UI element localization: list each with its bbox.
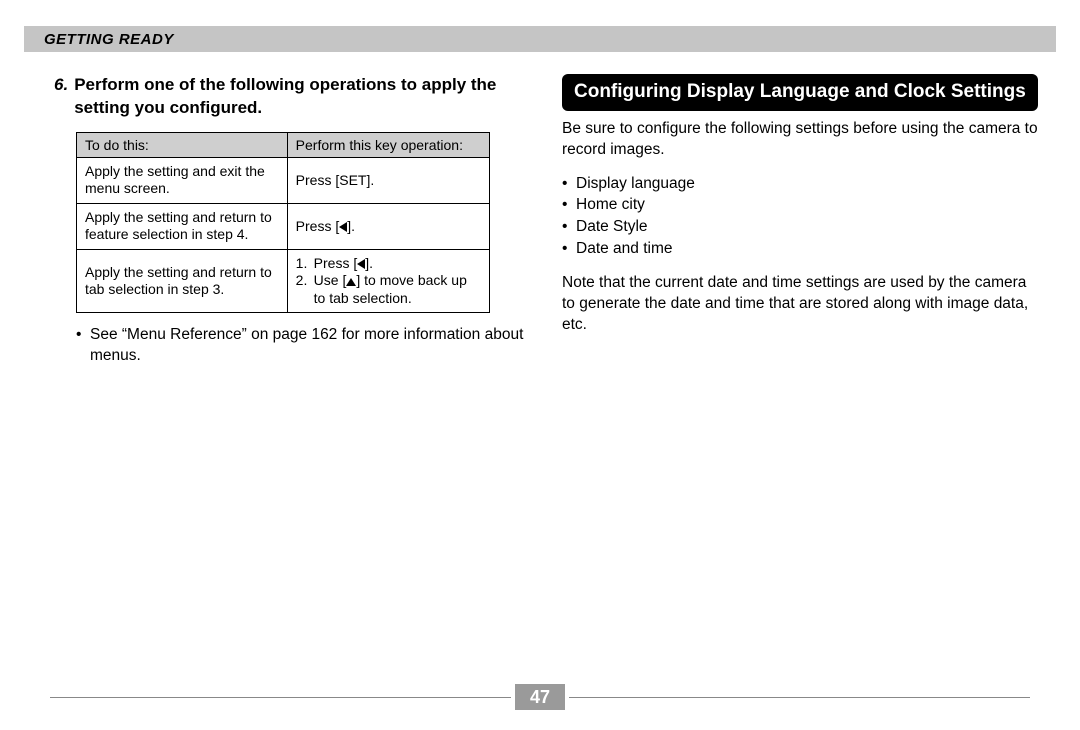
bullet-icon: • (562, 173, 576, 195)
section-heading: Configuring Display Language and Clock S… (562, 74, 1038, 111)
list-item-text: Display language (576, 173, 695, 195)
list-item: •Date and time (562, 238, 1038, 260)
step-text: Perform one of the following operations … (74, 74, 526, 120)
footnote-text: See “Menu Reference” on page 162 for mor… (90, 325, 526, 367)
page-content: 6. Perform one of the following operatio… (50, 74, 1038, 367)
footer-line (569, 697, 1030, 698)
list-item-text: Date and time (576, 238, 673, 260)
list-item-text: Date Style (576, 216, 648, 238)
table-header-col1: To do this: (77, 132, 288, 157)
step-number: 6. (54, 74, 74, 120)
op-prefix: Press [ (296, 218, 340, 234)
bullet-icon: • (562, 194, 576, 216)
bullet-icon: • (562, 216, 576, 238)
section-header-text: GETTING READY (44, 31, 174, 48)
table-cell-action: Apply the setting and exit the menu scre… (77, 157, 288, 203)
step-heading: 6. Perform one of the following operatio… (54, 74, 526, 120)
page-footer: 47 (50, 684, 1030, 710)
table-row: Apply the setting and exit the menu scre… (77, 157, 490, 203)
table-header-col2: Perform this key operation: (287, 132, 489, 157)
table-cell-action: Apply the setting and return to feature … (77, 203, 288, 249)
operations-table: To do this: Perform this key operation: … (76, 132, 490, 314)
list-item-text: Home city (576, 194, 645, 216)
list-item: •Display language (562, 173, 1038, 195)
table-cell-op: Press [SET]. (287, 157, 489, 203)
bullet-icon: • (76, 325, 90, 367)
note-paragraph: Note that the current date and time sett… (562, 273, 1038, 336)
right-column: Configuring Display Language and Clock S… (562, 74, 1038, 367)
table-row: Apply the setting and return to feature … (77, 203, 490, 249)
table-cell-op: 1.Press []. 2.Use [] to move back up to … (287, 249, 489, 313)
bullet-list: •Display language •Home city •Date Style… (562, 173, 1038, 260)
list-number: 2. (296, 272, 314, 307)
table-cell-op: Press []. (287, 203, 489, 249)
section-header: GETTING READY (24, 26, 1056, 52)
bullet-icon: • (562, 238, 576, 260)
table-cell-action: Apply the setting and return to tab sele… (77, 249, 288, 313)
footer-line (50, 697, 511, 698)
table-row: Apply the setting and return to tab sele… (77, 249, 490, 313)
footnote: • See “Menu Reference” on page 162 for m… (76, 325, 526, 367)
op-suffix: ]. (347, 218, 355, 234)
up-arrow-icon (346, 278, 356, 286)
list-item: •Home city (562, 194, 1038, 216)
page-number: 47 (515, 684, 565, 710)
list-item: •Date Style (562, 216, 1038, 238)
list-text: Press []. (314, 255, 481, 273)
intro-paragraph: Be sure to configure the following setti… (562, 119, 1038, 161)
list-number: 1. (296, 255, 314, 273)
left-column: 6. Perform one of the following operatio… (50, 74, 526, 367)
list-text: Use [] to move back up to tab selection. (314, 272, 481, 307)
